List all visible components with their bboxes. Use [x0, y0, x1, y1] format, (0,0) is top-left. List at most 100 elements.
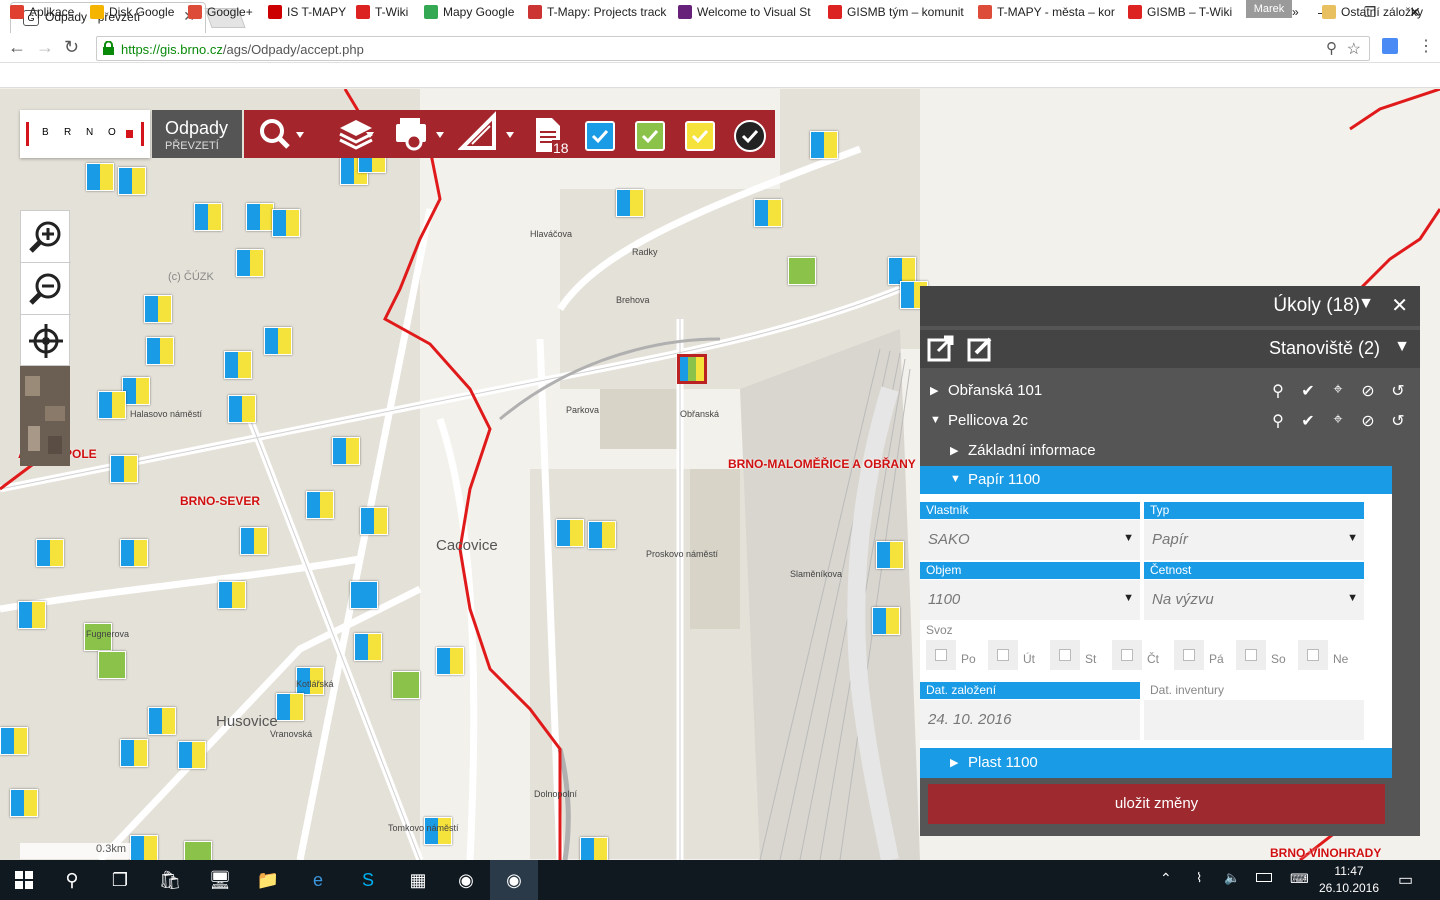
report-button[interactable]: 18 — [528, 110, 574, 158]
day-checkbox[interactable] — [1236, 640, 1266, 670]
site-row[interactable]: ▶ Obřanská 101 ⚲ ✔ ⌖ ⊘ ↺ — [920, 376, 1420, 406]
container-marker[interactable] — [18, 601, 46, 629]
created-date-field[interactable]: 24. 10. 2016 — [920, 700, 1140, 740]
battery-icon[interactable] — [1256, 873, 1272, 882]
checkmark-icon[interactable]: ✔ — [1298, 381, 1318, 401]
container-marker[interactable] — [178, 741, 206, 769]
star-icon[interactable]: ☆ — [1347, 39, 1361, 59]
search-icon[interactable]: ⚲ — [48, 860, 96, 900]
container-marker[interactable] — [120, 739, 148, 767]
bookmark-item[interactable]: Disk Google — [90, 5, 174, 19]
container-marker[interactable] — [876, 541, 904, 569]
cancel-circle-icon[interactable]: ⊘ — [1358, 411, 1378, 431]
reload-icon[interactable]: ↻ — [64, 37, 79, 58]
location-pin-icon[interactable]: ⚲ — [1268, 411, 1288, 431]
search-tool-button[interactable] — [248, 110, 318, 158]
location-pin-icon[interactable]: ⚲ — [1268, 381, 1288, 401]
type-select[interactable]: Papír ▼ — [1144, 520, 1364, 560]
container-marker[interactable] — [0, 727, 28, 755]
container-marker[interactable] — [276, 693, 304, 721]
day-checkbox[interactable] — [1174, 640, 1204, 670]
bookmark-item[interactable]: T-Mapy: Projects track — [528, 5, 666, 19]
container-marker[interactable] — [184, 841, 212, 860]
container-marker[interactable] — [110, 455, 138, 483]
bookmark-item[interactable]: T-MAPY - města – kor — [978, 5, 1115, 19]
container-marker[interactable] — [120, 539, 148, 567]
bookmark-item[interactable]: Welcome to Visual St — [678, 5, 811, 19]
open-external-icon[interactable] — [926, 334, 956, 364]
inventory-date-field[interactable] — [1144, 700, 1364, 740]
keyboard-icon[interactable]: ⌨ — [1290, 871, 1309, 887]
bookmark-item[interactable]: GISMB tým – komunit — [828, 5, 964, 19]
skype-icon[interactable]: S — [344, 860, 392, 900]
container-marker[interactable] — [392, 671, 420, 699]
cancel-circle-icon[interactable]: ⊘ — [1358, 381, 1378, 401]
container-marker[interactable] — [556, 519, 584, 547]
basic-info-section[interactable]: ▶ Základní informace — [920, 436, 1392, 466]
measure-tool-button[interactable] — [457, 110, 528, 158]
history-icon[interactable]: ↺ — [1388, 381, 1408, 401]
collapse-triangle-icon[interactable]: ▼ — [1394, 338, 1410, 356]
container-marker[interactable] — [236, 249, 264, 277]
container-marker[interactable] — [194, 203, 222, 231]
container-marker[interactable] — [332, 437, 360, 465]
container-marker[interactable] — [754, 199, 782, 227]
menu-dots-icon[interactable]: ⋮ — [1418, 36, 1434, 56]
owner-select[interactable]: SAKO ▼ — [920, 520, 1140, 560]
selected-site-marker[interactable] — [677, 354, 707, 384]
collapse-triangle-icon[interactable]: ▼ — [1358, 295, 1374, 313]
task-view-icon[interactable]: ❐ — [96, 860, 144, 900]
terminal-icon[interactable]: ▦ — [394, 860, 442, 900]
container-marker[interactable] — [98, 391, 126, 419]
layers-tool-button[interactable] — [318, 110, 388, 158]
chrome-active-icon[interactable]: ◉ — [490, 860, 538, 900]
bookmark-item[interactable]: IS T-MAPY — [268, 5, 346, 19]
notifications-icon[interactable]: ▭ — [1398, 870, 1413, 890]
bookmark-item[interactable]: T-Wiki — [356, 5, 408, 19]
clock[interactable]: 11:47 26.10.2016 — [1316, 863, 1382, 897]
start-icon[interactable] — [0, 860, 48, 900]
container-marker[interactable] — [148, 707, 176, 735]
container-marker[interactable] — [588, 521, 616, 549]
forward-arrow-icon[interactable]: → — [36, 37, 54, 58]
key-icon[interactable]: ⚲ — [1326, 39, 1337, 57]
container-marker[interactable] — [218, 581, 246, 609]
filter-all-toggle[interactable] — [734, 120, 766, 152]
container-marker[interactable] — [272, 209, 300, 237]
container-marker[interactable] — [580, 837, 608, 860]
container-marker[interactable] — [872, 607, 900, 635]
bookmark-item[interactable]: Aplikace — [10, 5, 74, 19]
container-marker[interactable] — [350, 581, 378, 609]
site-row[interactable]: ▼ Pellicova 2c ⚲ ✔ ⌖ ⊘ ↺ — [920, 406, 1420, 436]
volume-select[interactable]: 1100 ▼ — [920, 580, 1140, 620]
other-bookmarks[interactable]: Ostatní záložky — [1322, 5, 1423, 19]
back-arrow-icon[interactable]: ← — [8, 37, 26, 58]
network-icon[interactable]: ⌇ — [1196, 870, 1202, 886]
container-marker[interactable] — [436, 647, 464, 675]
day-checkbox[interactable] — [926, 640, 956, 670]
filter-yellow-checkbox[interactable] — [685, 121, 715, 151]
edge-icon[interactable]: e — [294, 860, 342, 900]
translate-icon[interactable] — [1382, 38, 1398, 54]
container-marker[interactable] — [616, 189, 644, 217]
save-changes-button[interactable]: uložit změny — [928, 784, 1385, 824]
day-checkbox[interactable] — [1112, 640, 1142, 670]
close-panel-icon[interactable]: ✕ — [1391, 293, 1408, 318]
container-marker[interactable] — [224, 351, 252, 379]
container-marker[interactable] — [122, 377, 150, 405]
container-marker[interactable] — [264, 327, 292, 355]
checkmark-icon[interactable]: ✔ — [1298, 411, 1318, 431]
bookmarks-more[interactable]: » — [1292, 5, 1299, 19]
expand-triangle-icon[interactable]: ▶ — [930, 384, 938, 397]
container-marker[interactable] — [98, 651, 126, 679]
profile-badge[interactable]: Marek — [1246, 0, 1292, 18]
container-marker[interactable] — [240, 527, 268, 555]
container-marker[interactable] — [144, 295, 172, 323]
frequency-select[interactable]: Na výzvu ▼ — [1144, 580, 1364, 620]
edit-external-icon[interactable] — [966, 334, 996, 364]
bookmark-item[interactable]: GISMB – T-Wiki — [1128, 5, 1232, 19]
container-section-paper[interactable]: ▼ Papír 1100 — [920, 466, 1392, 494]
container-marker[interactable] — [146, 337, 174, 365]
day-checkbox[interactable] — [1298, 640, 1328, 670]
container-marker[interactable] — [118, 167, 146, 195]
